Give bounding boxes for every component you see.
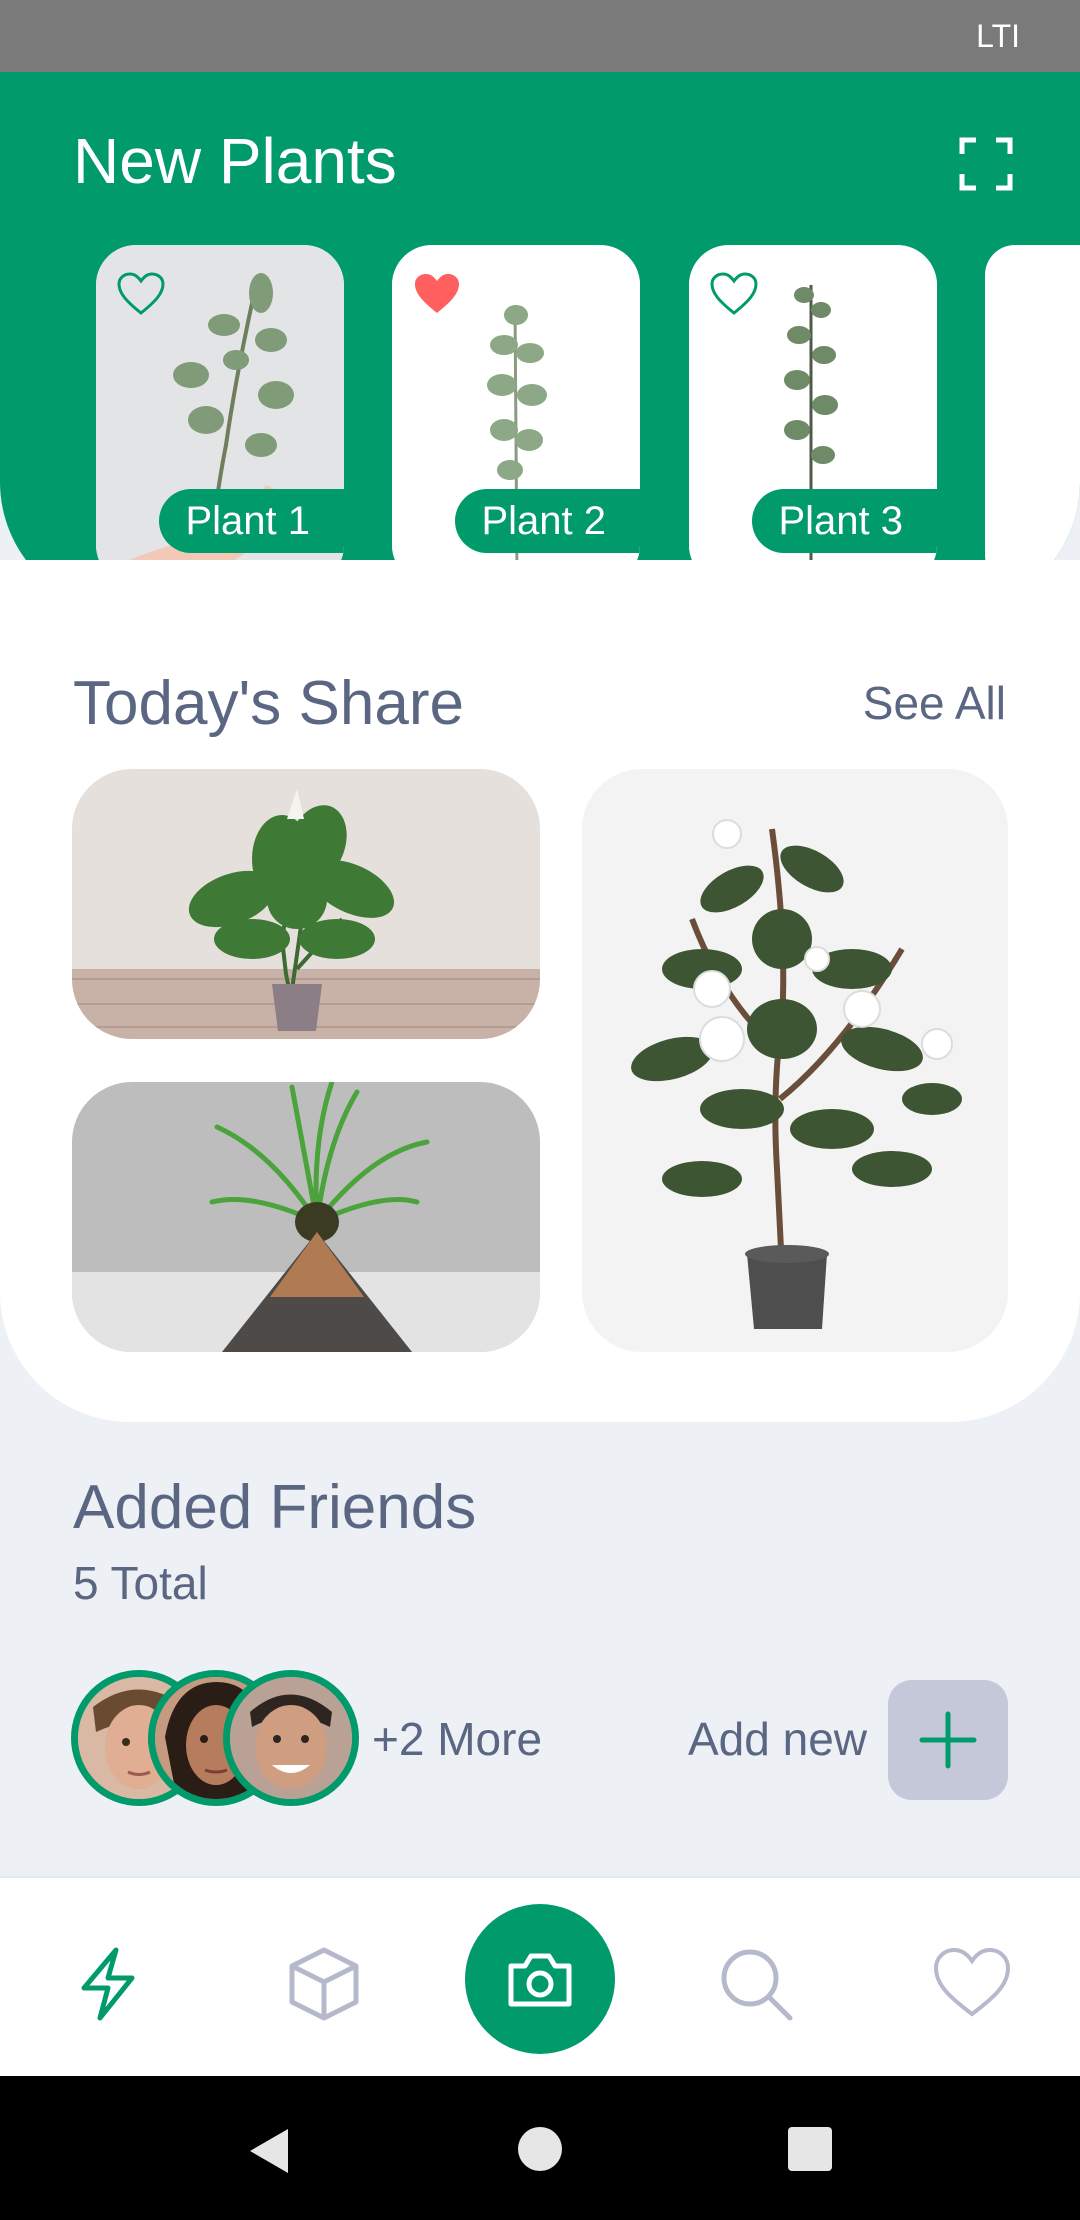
- share-photo-1[interactable]: [72, 769, 540, 1039]
- recents-icon[interactable]: [787, 2126, 833, 2172]
- heart-outline-icon[interactable]: [116, 271, 166, 317]
- plant-card-3[interactable]: Plant 3: [689, 245, 937, 585]
- see-all-link[interactable]: See All: [863, 676, 1006, 730]
- new-plants-header: New Plants Plant 1 Plant 2 Plant 3: [0, 72, 1080, 612]
- friends-total: 5 Total: [73, 1557, 208, 1609]
- more-friends-label[interactable]: +2 More: [372, 1712, 542, 1766]
- carrier-label: LTI: [976, 18, 1020, 54]
- friend-avatar-3[interactable]: [223, 1670, 359, 1806]
- heart-filled-icon[interactable]: [412, 271, 462, 317]
- plant-label: Plant 2: [455, 489, 640, 553]
- add-friend-button[interactable]: [888, 1680, 1008, 1800]
- system-nav-bar: [0, 2076, 1080, 2220]
- heart-outline-icon[interactable]: [709, 271, 759, 317]
- plant-photo-image: [72, 769, 540, 1039]
- avatar-image: [230, 1677, 352, 1799]
- todays-share-section: Today's Share See All: [0, 560, 1080, 1422]
- search-icon[interactable]: [716, 1944, 796, 2024]
- camera-button[interactable]: [465, 1904, 615, 2054]
- page-title: New Plants: [73, 125, 397, 197]
- share-photo-3[interactable]: [582, 769, 1008, 1352]
- status-bar: LTI: [0, 0, 1080, 72]
- home-icon[interactable]: [517, 2126, 563, 2172]
- box-icon[interactable]: [284, 1944, 364, 2024]
- plant-photo-image: [582, 769, 1008, 1352]
- plus-icon: [919, 1711, 977, 1769]
- bottom-nav: [0, 1876, 1080, 2076]
- plant-photo-image: [72, 1082, 540, 1352]
- fullscreen-icon[interactable]: [958, 136, 1014, 192]
- plant-label: Plant 3: [752, 489, 937, 553]
- plant-card-2[interactable]: Plant 2: [392, 245, 640, 585]
- plant-label: Plant 1: [159, 489, 344, 553]
- add-new-label: Add new: [688, 1713, 868, 1765]
- camera-icon: [508, 1953, 572, 2007]
- friends-title: Added Friends: [73, 1473, 477, 1542]
- heart-icon[interactable]: [932, 1944, 1012, 2024]
- plant-card-peek[interactable]: [985, 245, 1080, 585]
- section-title: Today's Share: [73, 669, 464, 738]
- share-photo-2[interactable]: [72, 1082, 540, 1352]
- back-icon[interactable]: [244, 2126, 294, 2176]
- plant-card-1[interactable]: Plant 1: [96, 245, 344, 585]
- activity-icon[interactable]: [68, 1944, 148, 2024]
